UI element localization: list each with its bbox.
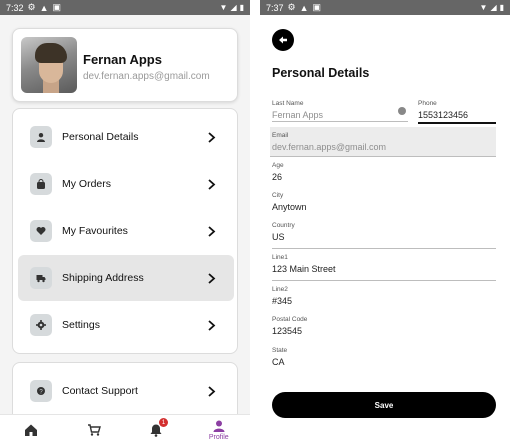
signal-icon: ◢ xyxy=(230,3,237,12)
field-label: Line1 xyxy=(272,254,288,261)
nav-home[interactable] xyxy=(0,415,63,444)
menu-item-label: Shipping Address xyxy=(62,272,144,284)
field-value: #345 xyxy=(272,296,293,306)
nav-notifications[interactable]: 1 xyxy=(125,415,188,444)
profile-menu: Personal Details My Orders My Favourites xyxy=(12,108,238,354)
country-field[interactable]: Country US xyxy=(272,222,496,249)
wifi-icon: ▼ xyxy=(219,3,228,12)
chevron-right-icon xyxy=(204,130,218,144)
chevron-right-icon xyxy=(204,318,218,332)
chevron-right-icon xyxy=(204,384,218,398)
menu-item-label: Settings xyxy=(62,319,100,331)
field-value: Fernan Apps xyxy=(272,110,324,120)
field-label: Country xyxy=(272,222,295,229)
field-label: State xyxy=(272,347,288,354)
field-value: US xyxy=(272,232,285,242)
email-field[interactable]: Email dev.fernan.apps@gmail.com xyxy=(270,127,496,157)
truck-icon xyxy=(30,267,52,289)
field-label: Email xyxy=(272,132,289,139)
check-icon xyxy=(398,107,406,115)
back-button[interactable] xyxy=(272,29,294,51)
sim-status-icon: ▣ xyxy=(52,2,62,12)
cart-icon xyxy=(87,423,101,436)
menu-item-shipping-address[interactable]: Shipping Address xyxy=(18,255,234,301)
arrow-left-icon xyxy=(279,36,287,44)
field-label: Postal Code xyxy=(272,316,308,323)
menu-item-personal-details[interactable]: Personal Details xyxy=(18,114,234,160)
last-name-field[interactable]: Last Name Fernan Apps xyxy=(272,100,408,122)
city-field[interactable]: City Anytown xyxy=(272,192,496,217)
menu-item-label: My Favourites xyxy=(62,225,128,237)
field-label: Phone xyxy=(418,100,437,107)
notification-badge: 1 xyxy=(159,418,168,427)
home-icon xyxy=(25,424,38,436)
avatar xyxy=(21,37,77,93)
battery-icon: ▮ xyxy=(499,3,504,12)
status-time: 7:32 xyxy=(6,2,24,13)
field-value: dev.fernan.apps@gmail.com xyxy=(272,142,387,152)
age-field[interactable]: Age 26 xyxy=(272,162,496,187)
support-icon: ? xyxy=(30,380,52,402)
user-icon xyxy=(30,126,52,148)
menu-item-contact-support[interactable]: ? Contact Support xyxy=(18,368,234,414)
sim-status-icon: ▣ xyxy=(312,2,322,12)
profile-name: Fernan Apps xyxy=(83,52,162,67)
battery-icon: ▮ xyxy=(239,3,244,12)
chevron-right-icon xyxy=(204,271,218,285)
nav-profile-label: Profile xyxy=(208,433,229,441)
bottom-navigation: 1 Profile xyxy=(0,414,250,444)
field-label: City xyxy=(272,192,284,199)
profile-email: dev.fernan.apps@gmail.com xyxy=(83,71,210,82)
nav-profile[interactable]: Profile xyxy=(188,415,251,444)
field-value: Anytown xyxy=(272,202,307,212)
field-value: 26 xyxy=(272,172,283,182)
settings-status-icon: ⚙ xyxy=(287,2,296,12)
line1-field[interactable]: Line1 123 Main Street xyxy=(272,254,496,281)
status-bar: 7:37 ⚙ ▲ ▣ ▼ ◢ ▮ xyxy=(260,0,510,15)
line2-field[interactable]: Line2 #345 xyxy=(272,286,496,311)
save-button[interactable]: Save xyxy=(272,392,496,418)
field-value: CA xyxy=(272,357,285,367)
chevron-right-icon xyxy=(204,224,218,238)
field-value: 1553123456 xyxy=(418,110,469,120)
status-bar: 7:32 ⚙ ▲ ▣ ▼ ◢ ▮ xyxy=(0,0,250,15)
menu-item-my-orders[interactable]: My Orders xyxy=(18,161,234,207)
chevron-right-icon xyxy=(204,177,218,191)
menu-item-label: Personal Details xyxy=(62,131,139,143)
profile-screen: 7:32 ⚙ ▲ ▣ ▼ ◢ ▮ Fernan Apps dev.fernan.… xyxy=(0,0,250,444)
field-value: 123 Main Street xyxy=(272,264,336,274)
field-label: Line2 xyxy=(272,286,288,293)
menu-item-settings[interactable]: Settings xyxy=(18,302,234,348)
person-icon xyxy=(213,420,225,432)
field-value: 123545 xyxy=(272,326,303,336)
field-label: Age xyxy=(272,162,284,169)
field-label: Last Name xyxy=(272,100,304,107)
wifi-icon: ▼ xyxy=(479,3,488,12)
gear-icon xyxy=(30,314,52,336)
settings-status-icon: ⚙ xyxy=(27,2,36,12)
menu-item-label: My Orders xyxy=(62,178,112,190)
nav-cart[interactable] xyxy=(63,415,126,444)
support-menu: ? Contact Support xyxy=(12,362,238,422)
postal-code-field[interactable]: Postal Code 123545 xyxy=(272,316,496,341)
notification-status-icon: ▲ xyxy=(299,2,309,13)
profile-card[interactable]: Fernan Apps dev.fernan.apps@gmail.com xyxy=(12,28,238,102)
notification-status-icon: ▲ xyxy=(39,2,49,13)
signal-icon: ◢ xyxy=(490,3,497,12)
heart-icon xyxy=(30,220,52,242)
personal-details-screen: 7:37 ⚙ ▲ ▣ ▼ ◢ ▮ Personal Details Last N… xyxy=(260,0,510,444)
menu-item-my-favourites[interactable]: My Favourites xyxy=(18,208,234,254)
phone-field[interactable]: Phone 1553123456 xyxy=(418,100,496,124)
status-time: 7:37 xyxy=(266,2,284,13)
page-title: Personal Details xyxy=(272,66,370,80)
state-field[interactable]: State CA xyxy=(272,347,496,372)
menu-item-label: Contact Support xyxy=(62,385,138,397)
bag-icon xyxy=(30,173,52,195)
